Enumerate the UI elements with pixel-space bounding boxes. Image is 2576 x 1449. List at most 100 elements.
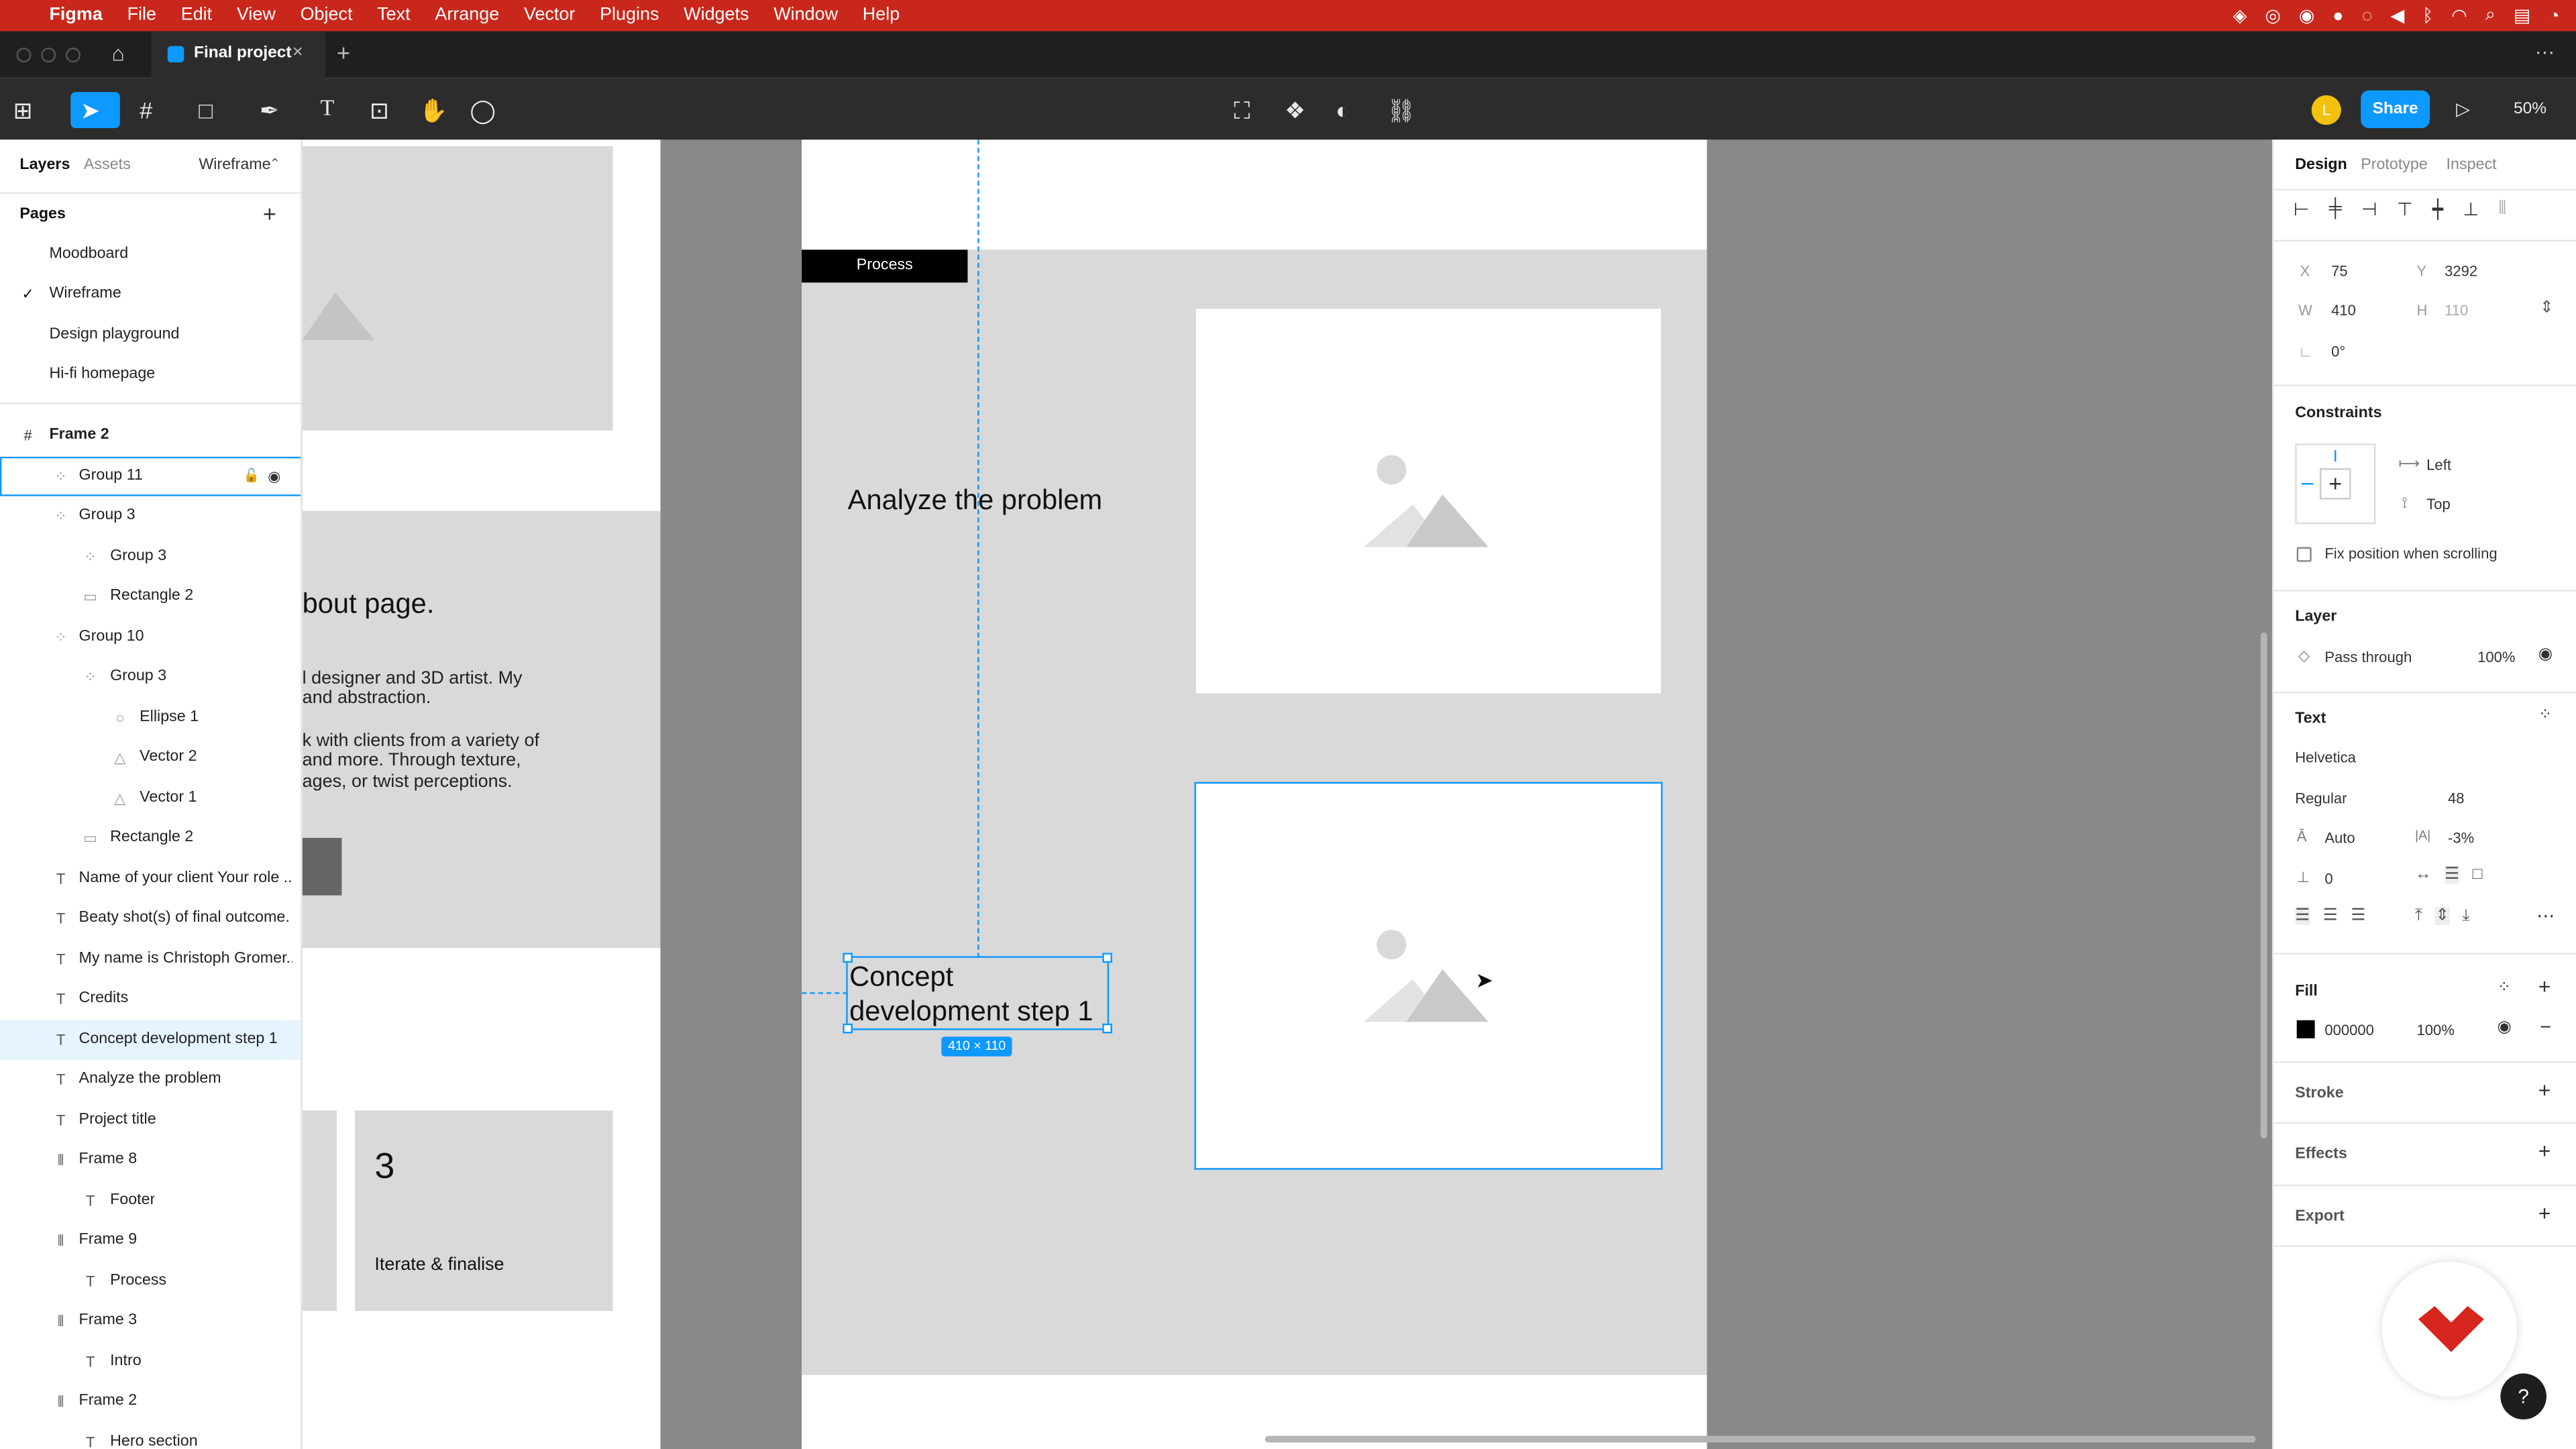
text-tool-icon[interactable]: T <box>321 98 335 121</box>
frame-tool-icon[interactable]: # <box>140 99 152 121</box>
layer-row[interactable]: ○ Ellipse 1 <box>0 698 301 738</box>
concept-text-selected[interactable]: Concept development step 1 <box>843 953 1112 1034</box>
layer-visibility-icon[interactable]: ◉ <box>2538 645 2553 663</box>
fixed-size-icon[interactable]: □ <box>2473 866 2483 884</box>
help-button[interactable]: ? <box>2500 1373 2546 1419</box>
line-height-input[interactable]: Auto <box>2324 830 2355 846</box>
chevron-up-icon[interactable]: ⌃ <box>270 156 280 171</box>
font-weight-select[interactable]: Regular <box>2295 790 2347 806</box>
new-tab-icon[interactable]: + <box>337 40 350 66</box>
layer-row[interactable]: ▭ Rectangle 2 <box>0 818 301 858</box>
align-top-icon[interactable]: ⊤ <box>2397 199 2412 220</box>
volume-icon[interactable]: ◀ <box>2390 5 2404 26</box>
fill-visibility-icon[interactable]: ◉ <box>2497 1018 2511 1036</box>
menu-file[interactable]: File <box>127 0 156 32</box>
menu-help[interactable]: Help <box>863 0 900 32</box>
menu-object[interactable]: Object <box>301 0 353 32</box>
more-options-icon[interactable]: ⋯ <box>2535 41 2555 64</box>
w-input[interactable]: 410 <box>2331 303 2356 319</box>
page-selector[interactable]: Wireframe <box>199 156 270 174</box>
close-tab-icon[interactable]: × <box>292 43 303 62</box>
align-left-icon[interactable]: ⊢ <box>2294 199 2309 220</box>
user-avatar[interactable]: L <box>2311 95 2341 125</box>
align-v-center-icon[interactable]: ┿ <box>2432 199 2443 220</box>
canvas[interactable]: bout page. l designer and 3D artist. My … <box>302 140 2272 1449</box>
tab-inspect[interactable]: Inspect <box>2447 156 2497 174</box>
rectangle-tool-icon[interactable]: □ <box>199 99 213 121</box>
menu-view[interactable]: View <box>237 0 276 32</box>
image-placeholder-top[interactable] <box>302 146 613 431</box>
pen-tool-icon[interactable]: ✒ <box>260 99 279 121</box>
control-center-icon[interactable]: ▤ <box>2514 5 2530 26</box>
image-placeholder-1[interactable] <box>1195 309 1661 694</box>
window-minimize-button[interactable] <box>41 48 56 63</box>
fill-hex-input[interactable]: 000000 <box>2324 1022 2374 1038</box>
menu-window[interactable]: Window <box>773 0 838 32</box>
zoom-level[interactable]: 50% <box>2514 100 2546 118</box>
constraints-widget[interactable]: + <box>2295 443 2376 525</box>
resize-handle[interactable] <box>843 1023 853 1034</box>
text-styles-icon[interactable]: ⁘ <box>2538 706 2553 724</box>
page-item[interactable]: Design playground <box>0 315 301 355</box>
resize-handle[interactable] <box>1102 953 1112 963</box>
horizontal-scrollbar[interactable] <box>1265 1436 2256 1443</box>
paragraph-spacing-input[interactable]: 0 <box>2324 871 2332 887</box>
layer-opacity-input[interactable]: 100% <box>2477 649 2515 665</box>
crop-icon[interactable]: ⛶ <box>1234 99 1250 121</box>
bluetooth-icon[interactable]: ᛒ <box>2422 6 2433 25</box>
move-tool-button[interactable]: ➤ <box>70 92 120 129</box>
h-input[interactable]: 110 <box>2445 303 2468 319</box>
auto-height-icon[interactable]: ☰ <box>2445 865 2460 884</box>
step-card-partial[interactable] <box>302 1110 337 1311</box>
layer-row[interactable]: # Frame 2 <box>0 416 301 455</box>
letter-spacing-input[interactable]: -3% <box>2448 830 2474 846</box>
layer-row-selected[interactable]: T Concept development step 1 <box>0 1020 301 1060</box>
mask-icon[interactable]: ◐ <box>1336 99 1350 121</box>
menu-arrange[interactable]: Arrange <box>435 0 499 32</box>
layer-row[interactable]: T Credits <box>0 979 301 1019</box>
align-text-top-icon[interactable]: ⤒ <box>2415 907 2422 925</box>
add-stroke-icon[interactable]: + <box>2538 1078 2551 1103</box>
tab-assets[interactable]: Assets <box>84 156 131 174</box>
align-text-middle-icon[interactable]: ⇕ <box>2435 906 2449 925</box>
tab-layers[interactable]: Layers <box>19 156 70 174</box>
layer-row[interactable]: ⦀ Frame 2 <box>0 1382 301 1421</box>
align-bottom-icon[interactable]: ⊥ <box>2463 199 2479 220</box>
share-button[interactable]: Share <box>2361 90 2430 129</box>
search-icon[interactable]: ⌕ <box>2485 5 2496 26</box>
layer-row[interactable]: T Name of your client Your role ... <box>0 859 301 899</box>
page-item[interactable]: Moodboard <box>0 235 301 274</box>
component-icon[interactable]: ❖ <box>1285 99 1305 121</box>
horizontal-constraint-select[interactable]: Left <box>2426 457 2451 473</box>
menu-plugins[interactable]: Plugins <box>600 0 659 32</box>
window-close-button[interactable] <box>16 48 32 63</box>
layer-row[interactable]: T Project title <box>0 1101 301 1140</box>
layer-row[interactable]: ⁘ Group 3 <box>0 537 301 577</box>
tab-design[interactable]: Design <box>2295 156 2347 174</box>
layer-row[interactable]: T Process <box>0 1262 301 1301</box>
menu-widgets[interactable]: Widgets <box>684 0 749 32</box>
present-play-icon[interactable]: ▷ <box>2456 99 2470 121</box>
figma-status-icon[interactable]: ◈ <box>2233 5 2247 26</box>
lock-icon[interactable]: 🔓 <box>243 457 259 496</box>
resize-handle[interactable] <box>1102 1023 1112 1034</box>
wifi-icon[interactable]: ◠ <box>2451 5 2467 26</box>
font-family-select[interactable]: Helvetica <box>2295 749 2356 765</box>
align-text-left-icon[interactable]: ☰ <box>2295 906 2310 925</box>
x-input[interactable]: 75 <box>2331 263 2348 279</box>
frame-about-page[interactable]: bout page. l designer and 3D artist. My … <box>302 140 661 1449</box>
layer-row[interactable]: T My name is Christoph Gromer.... <box>0 940 301 979</box>
distribute-icon[interactable]: ⦀ <box>2498 199 2506 220</box>
analyze-text[interactable]: Analyze the problem <box>848 484 1103 517</box>
layer-row[interactable]: T Footer <box>0 1181 301 1221</box>
auto-width-icon[interactable]: ↔ <box>2415 866 2431 884</box>
layer-row[interactable]: T Beaty shot(s) of final outcome. <box>0 899 301 938</box>
fill-styles-icon[interactable]: ⁘ <box>2497 979 2511 998</box>
layer-row[interactable]: △ Vector 2 <box>0 738 301 777</box>
rotation-input[interactable]: 0° <box>2331 343 2345 360</box>
constrain-proportions-icon[interactable]: ⇕ <box>2540 299 2554 317</box>
about-button-shape[interactable] <box>302 837 342 896</box>
align-text-right-icon[interactable]: ☰ <box>2351 907 2365 925</box>
layer-row[interactable]: ⁘ Group 3 <box>0 657 301 697</box>
comment-tool-icon[interactable]: ◯ <box>470 99 495 121</box>
